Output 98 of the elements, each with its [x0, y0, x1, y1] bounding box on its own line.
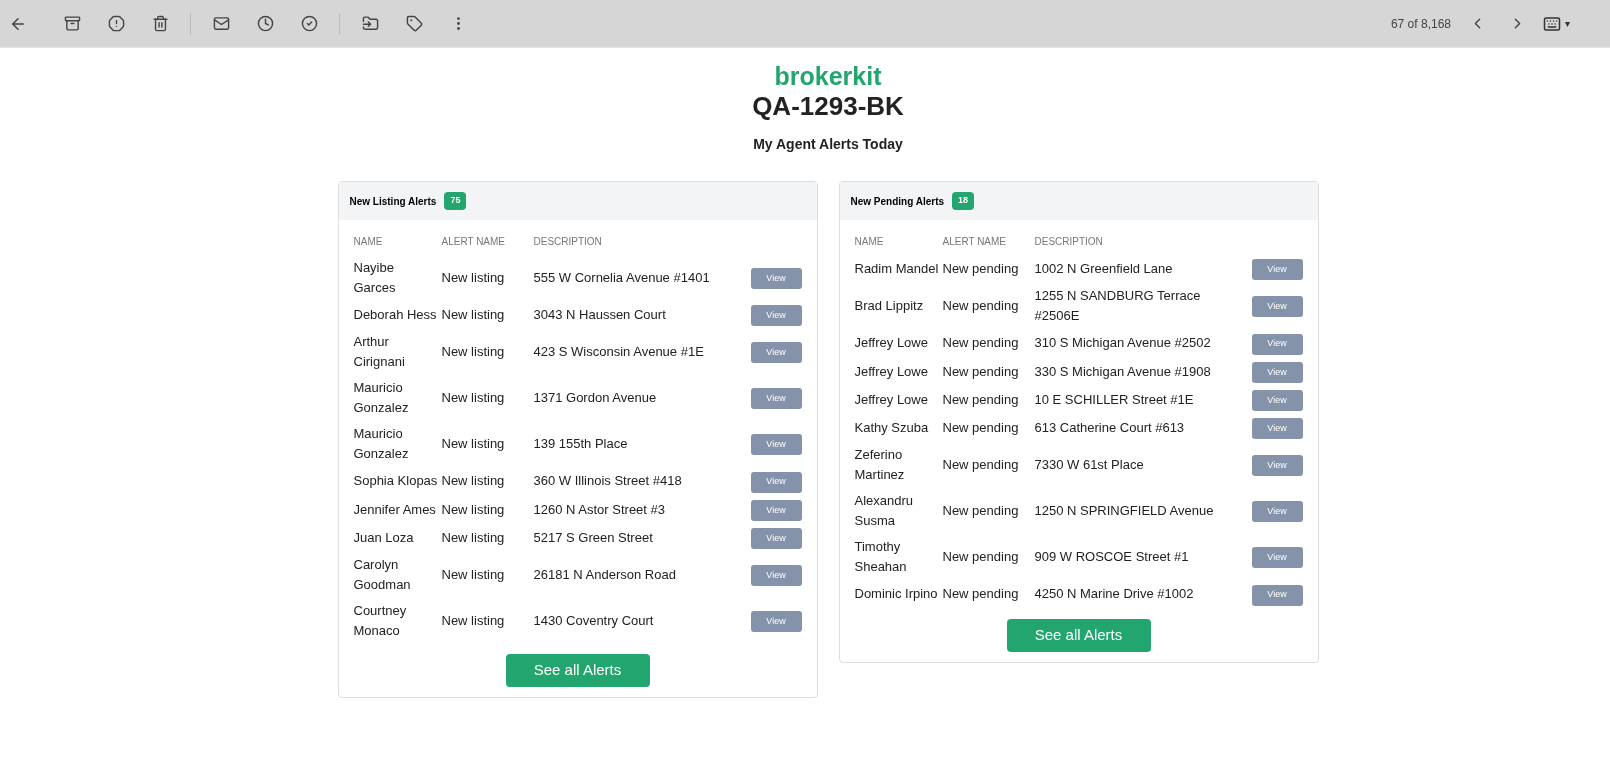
view-button[interactable]: View: [750, 528, 802, 549]
table-cell-text: Timothy Sheahan: [854, 538, 908, 577]
caret-icon[interactable]: ▾: [1565, 16, 1570, 31]
view-button[interactable]: View: [1251, 333, 1303, 355]
table-cell-text: 360 W Illinois Street #418: [533, 472, 683, 491]
table-cell-text: 909 W ROSCOE Street #1: [1034, 548, 1190, 567]
table-cell-text: 423 S Wisconsin Avenue #1E: [533, 343, 705, 362]
table-cell-text: Dominic Irpino: [854, 585, 939, 604]
table-cell-text: 1430 Coventry Court: [533, 612, 655, 630]
see-all-alerts-button[interactable]: See all Alerts: [1006, 618, 1151, 652]
table-cell-text: 26181 N Anderson Road: [533, 566, 677, 584]
view-button[interactable]: View: [750, 471, 802, 493]
table-cell-text: New pending: [942, 456, 1020, 475]
table-cell-text: Jeffrey Lowe: [854, 362, 929, 381]
table-cell: New listing: [441, 598, 534, 644]
table-cell-text: Radim Mandel: [854, 260, 940, 279]
view-button[interactable]: View: [1251, 547, 1303, 569]
view-button[interactable]: View: [1251, 584, 1303, 606]
table-cell: Courtney Monaco: [353, 598, 442, 644]
table-cell-text: 10 E SCHILLER Street #1E: [1034, 390, 1195, 409]
table-cell: New listing: [441, 495, 534, 524]
table-cell: New listing: [441, 301, 534, 330]
message-counter: 67 of 8,168: [1390, 15, 1451, 33]
table-cell: New listing: [441, 421, 534, 468]
table-cell: New pending: [942, 580, 1035, 609]
table-cell-text: New pending: [942, 260, 1020, 279]
keyboard-icon[interactable]: [1543, 14, 1561, 33]
table-cell: New listing: [441, 375, 534, 422]
view-button[interactable]: View: [750, 268, 802, 290]
table-cell-text: Jeffrey Lowe: [854, 390, 929, 409]
table-cell-text: Brad Lippitz: [854, 297, 925, 316]
table-cell-text: 1255 N SANDBURG Terrace #2506E: [1034, 287, 1202, 326]
column-header: NAME: [854, 234, 943, 255]
column-header: DESCRIPTION: [1034, 235, 1104, 249]
table-cell: Jennifer Ames: [353, 495, 442, 524]
table-cell: New listing: [441, 552, 534, 598]
table-cell-text: Zeferino Martinez: [854, 446, 906, 485]
page-subtitle: My Agent Alerts Today: [753, 135, 903, 154]
table-cell-text: 1002 N Greenfield Lane: [1034, 260, 1174, 279]
table-cell-text: Jeffrey Lowe: [854, 334, 929, 353]
table-cell-text: New pending: [942, 362, 1020, 381]
table-cell-text: 330 S Michigan Avenue #1908: [1034, 362, 1212, 381]
see-all-alerts-button[interactable]: See all Alerts: [505, 654, 650, 687]
table-cell-text: Alexandru Susma: [854, 492, 915, 531]
column-header: ALERT NAME: [441, 234, 534, 255]
view-button[interactable]: View: [750, 611, 802, 633]
view-button[interactable]: View: [1251, 259, 1303, 281]
table-cell: Sophia Klopas: [353, 467, 442, 496]
view-button[interactable]: View: [750, 342, 802, 364]
table-cell: Carolyn Goodman: [353, 552, 442, 598]
view-button[interactable]: View: [1251, 296, 1303, 318]
column-header: DESCRIPTION: [533, 235, 603, 249]
view-button[interactable]: View: [750, 388, 802, 410]
table-cell-text: 1371 Gordon Avenue: [533, 389, 658, 408]
table-cell: Juan Loza: [353, 523, 442, 552]
view-button[interactable]: View: [750, 565, 802, 587]
table-cell-text: 1260 N Astor Street #3: [533, 500, 667, 519]
table-cell-text: 1250 N SPRINGFIELD Avenue: [1034, 502, 1215, 521]
table-cell-text: 139 155th Place: [533, 435, 629, 454]
table-cell: New listing: [441, 523, 534, 552]
brand-logo: brokerkit: [774, 62, 882, 90]
column-header: ALERT NAME: [942, 235, 1008, 249]
table-cell: New listing: [441, 255, 534, 301]
table-cell: Mauricio Gonzalez: [353, 375, 442, 422]
table-cell-text: New pending: [942, 390, 1020, 409]
table-cell: Nayibe Garces: [353, 255, 442, 301]
card-title: New Pending Alerts: [850, 194, 945, 209]
table-cell-text: New pending: [942, 548, 1020, 567]
count-badge: 75: [444, 192, 467, 210]
view-button[interactable]: View: [1251, 501, 1303, 523]
page-title: QA-1293-BK: [752, 90, 904, 122]
view-button[interactable]: View: [1251, 361, 1303, 383]
table-cell-text: 555 W Cornelia Avenue #1401: [533, 269, 711, 287]
table-cell: Mauricio Gonzalez: [353, 421, 442, 468]
table-cell: New listing: [441, 329, 534, 376]
view-button[interactable]: View: [750, 305, 802, 327]
table-cell-text: 613 Catherine Court #613: [1034, 419, 1186, 438]
view-button[interactable]: View: [1251, 418, 1303, 440]
view-button[interactable]: View: [1251, 390, 1303, 411]
table-cell-text: 3043 N Haussen Court: [533, 306, 667, 325]
table-cell: New pending: [942, 283, 1035, 330]
view-button[interactable]: View: [1251, 455, 1303, 477]
table-cell-text: 4250 N Marine Drive #1002: [1034, 585, 1195, 604]
column-header: NAME: [353, 234, 442, 255]
view-button[interactable]: View: [750, 499, 802, 521]
table-cell-text: New pending: [942, 419, 1020, 438]
table-cell-text: 7330 W 61st Place: [1034, 456, 1145, 475]
card-title: New Listing Alerts: [349, 194, 437, 209]
count-badge: 18: [952, 192, 975, 210]
table-cell-text: New pending: [942, 502, 1020, 521]
table-cell-text: New pending: [942, 334, 1020, 353]
table-cell-text: 5217 S Green Street: [533, 528, 654, 547]
table-cell-text: Kathy Szuba: [854, 419, 930, 438]
table-cell: Arthur Cirignani: [353, 329, 442, 376]
view-button[interactable]: View: [750, 434, 802, 456]
table-cell: Deborah Hess: [353, 301, 442, 330]
table-cell: New listing: [441, 467, 534, 496]
table-cell-text: 310 S Michigan Avenue #2502: [1034, 334, 1212, 353]
